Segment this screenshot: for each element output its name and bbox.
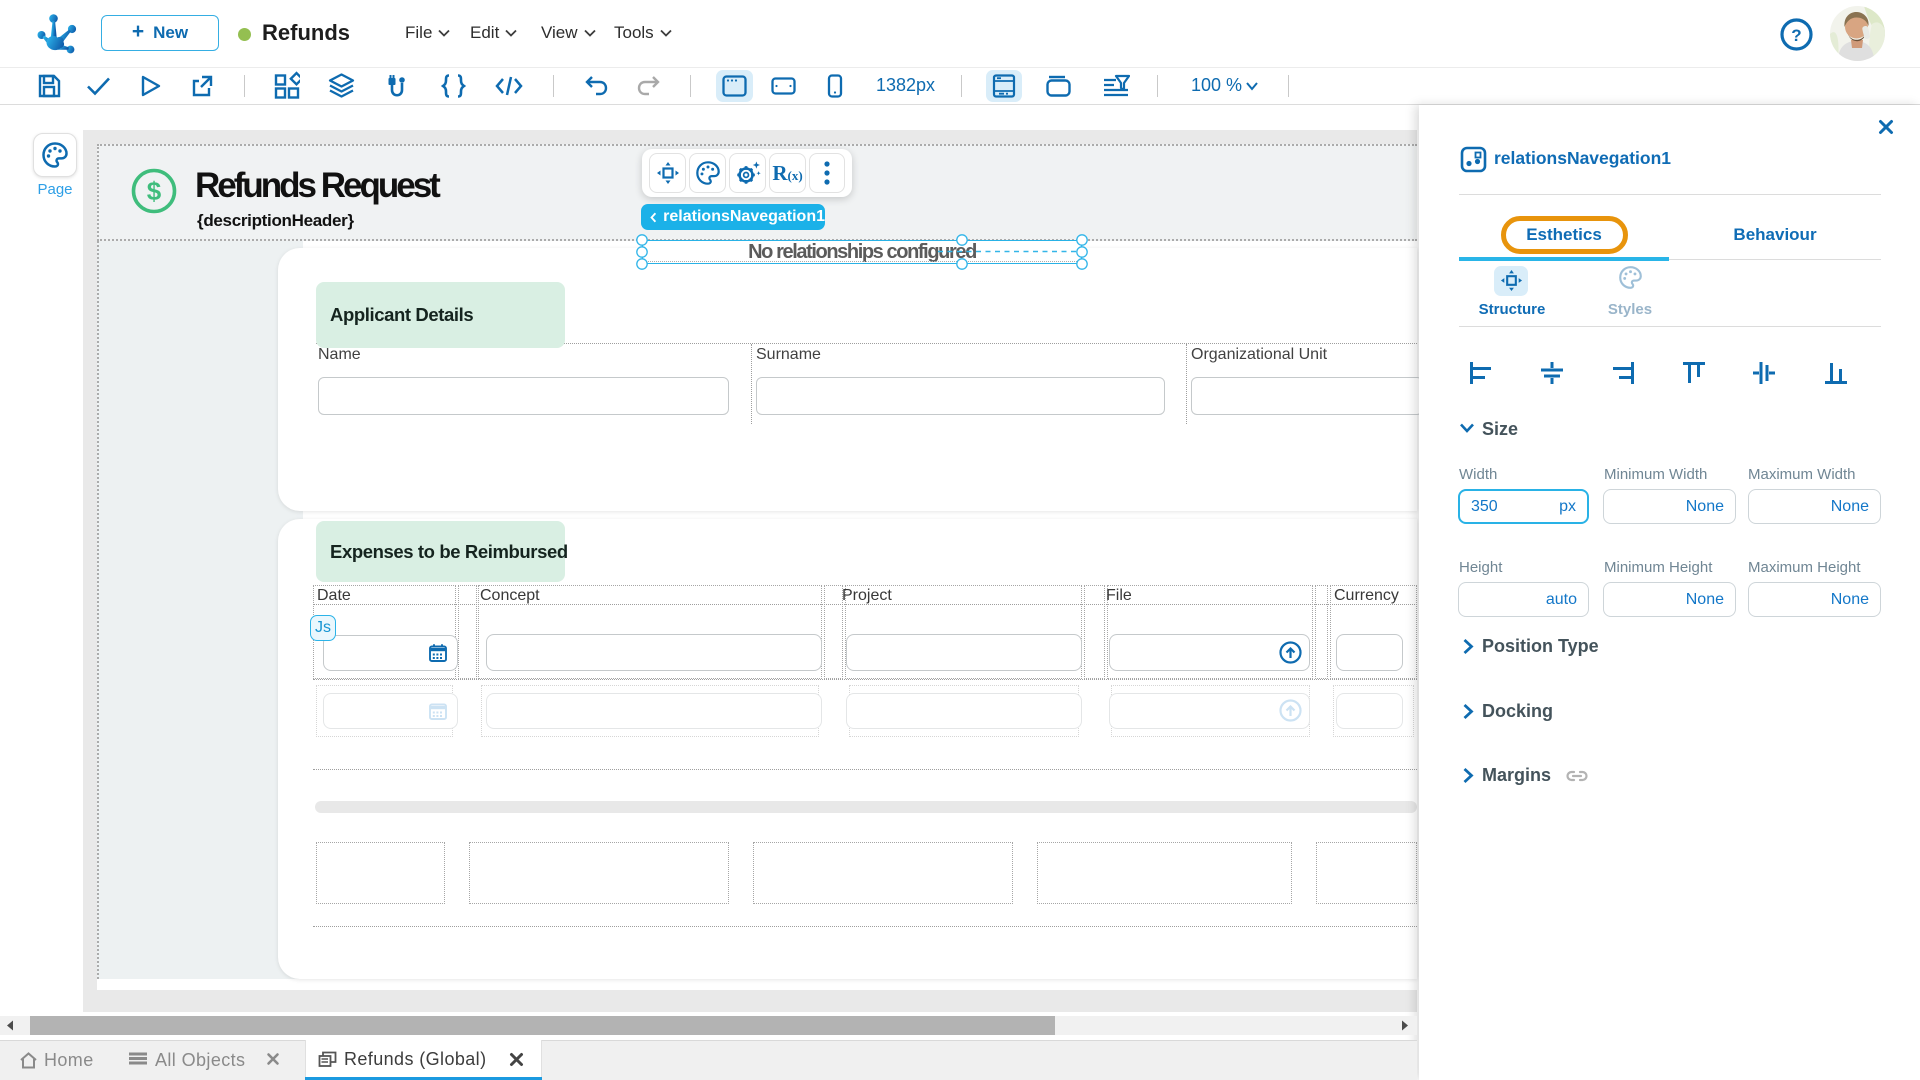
svg-text:?: ?: [1791, 26, 1801, 45]
svg-text:$: $: [147, 176, 162, 206]
